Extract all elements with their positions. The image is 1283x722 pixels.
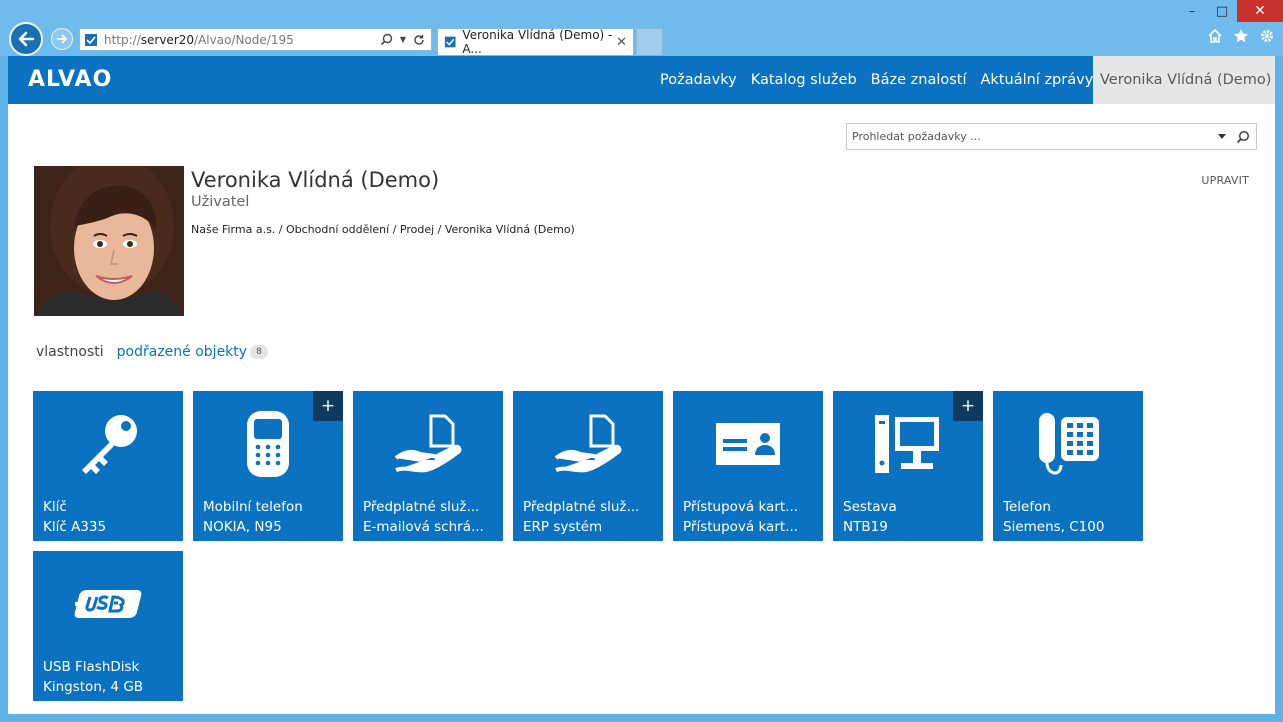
menu-item-baze-znalosti[interactable]: Báze znalostí [871,72,967,88]
tile-service-subscription-erp[interactable]: Předplatné služ... ERP systém [513,391,663,541]
usb-icon [33,569,183,639]
tile-subtitle: NOKIA, N95 [203,519,282,535]
access-card-icon [673,409,823,479]
tile-title: USB FlashDisk [43,659,140,675]
arrow-right-icon [57,34,68,44]
tile-subtitle: ERP systém [523,519,603,535]
dropdown-arrow-icon[interactable]: ▼ [400,35,406,44]
settings-gear-icon[interactable] [1259,28,1275,44]
profile-role: Uživatel [191,194,250,210]
browser-chrome: – □ ✕ http://server20/Alvao/Node/195 ▼ V… [0,0,1283,56]
minimize-button[interactable]: – [1177,0,1207,22]
search-dropdown-icon[interactable] [1218,134,1226,139]
tile-subtitle: Klíč A335 [43,519,107,535]
tile-key[interactable]: Klíč Klíč A335 [33,391,183,541]
close-window-button[interactable]: ✕ [1237,0,1283,22]
tile-subtitle: NTB19 [843,519,888,535]
browser-toolbar [1207,28,1275,44]
mobile-phone-icon [193,409,343,479]
tile-mobile-phone[interactable]: + Mobilní telefon NOKIA, N95 [193,391,343,541]
refresh-icon[interactable] [413,34,425,46]
url-host: server20 [140,32,195,47]
desk-phone-icon [993,409,1143,479]
menu-item-pozadavky[interactable]: Požadavky [660,72,737,88]
profile-breadcrumb: Naše Firma a.s. / Obchodní oddělení / Pr… [191,223,575,236]
tile-title: Klíč [43,499,67,515]
page: ALVAO Požadavky Katalog služeb Báze znal… [8,56,1275,714]
address-bar[interactable]: http://server20/Alvao/Node/195 ▼ [79,28,432,51]
app-header: ALVAO Požadavky Katalog služeb Báze znal… [8,56,1275,104]
tile-service-subscription-email[interactable]: Předplatné služ... E-mailová schrá... [353,391,503,541]
tile-computer[interactable]: + Sestava NTB19 [833,391,983,541]
computer-icon [833,409,983,479]
tile-subtitle: Přístupová kart... [683,519,799,535]
home-icon[interactable] [1207,28,1223,44]
tile-subtitle: Kingston, 4 GB [43,679,144,695]
profile-tabs: vlastnosti podřazené objekty 8 [36,344,268,360]
tile-title: Mobilní telefon [203,499,303,515]
forward-button[interactable] [51,28,73,50]
main-menu: Požadavky Katalog služeb Báze znalostí A… [660,56,1132,104]
tile-title: Přístupová kart... [683,499,799,515]
tab-properties[interactable]: vlastnosti [36,344,104,360]
site-favicon-icon [85,33,97,46]
arrow-left-icon [18,31,35,47]
favorites-star-icon[interactable] [1233,28,1249,44]
tab-favicon-icon [444,36,456,48]
tile-subtitle: Siemens, C100 [1003,519,1105,535]
window-controls: – □ ✕ [1177,0,1283,22]
request-search [846,123,1257,150]
tile-access-card[interactable]: Přístupová kart... Přístupová kart... [673,391,823,541]
user-avatar [34,166,184,316]
user-menu-label: Veronika Vlídná (Demo) [1100,72,1272,88]
child-count-badge: 8 [250,345,268,359]
tile-subtitle: E-mailová schrá... [363,519,484,535]
new-tab-button[interactable] [636,28,663,55]
user-menu[interactable]: Veronika Vlídná (Demo) [1093,56,1275,104]
browser-tab[interactable]: Veronika Vlídná (Demo) - A... ✕ [437,28,634,56]
service-subscription-icon [353,409,503,479]
back-button[interactable] [9,22,43,56]
tile-title: Předplatné služ... [523,499,640,515]
tile-title: Sestava [843,499,897,515]
menu-item-katalog-sluzeb[interactable]: Katalog služeb [751,72,857,88]
search-icon [1236,130,1250,143]
search-input[interactable] [847,130,1218,143]
tile-usb-flashdisk[interactable]: USB FlashDisk Kingston, 4 GB [33,551,183,701]
edit-button[interactable]: UPRAVIT [1201,174,1249,187]
service-subscription-icon [513,409,663,479]
search-icon[interactable] [380,33,393,46]
maximize-button[interactable]: □ [1207,0,1237,22]
tile-title: Telefon [1003,499,1051,515]
search-button[interactable] [1236,130,1250,144]
key-icon [33,409,183,479]
tab-title: Veronika Vlídná (Demo) - A... [462,28,613,56]
tab-close-icon[interactable]: ✕ [616,35,627,50]
alvao-logo[interactable]: ALVAO [28,67,112,92]
tab-child-objects[interactable]: podřazené objekty [117,344,247,360]
tile-desk-phone[interactable]: Telefon Siemens, C100 [993,391,1143,541]
url-scheme: http:// [104,32,141,47]
url-path: /Alvao/Node/195 [194,32,294,47]
profile-name: Veronika Vlídná (Demo) [191,168,440,192]
tile-title: Předplatné služ... [363,499,480,515]
